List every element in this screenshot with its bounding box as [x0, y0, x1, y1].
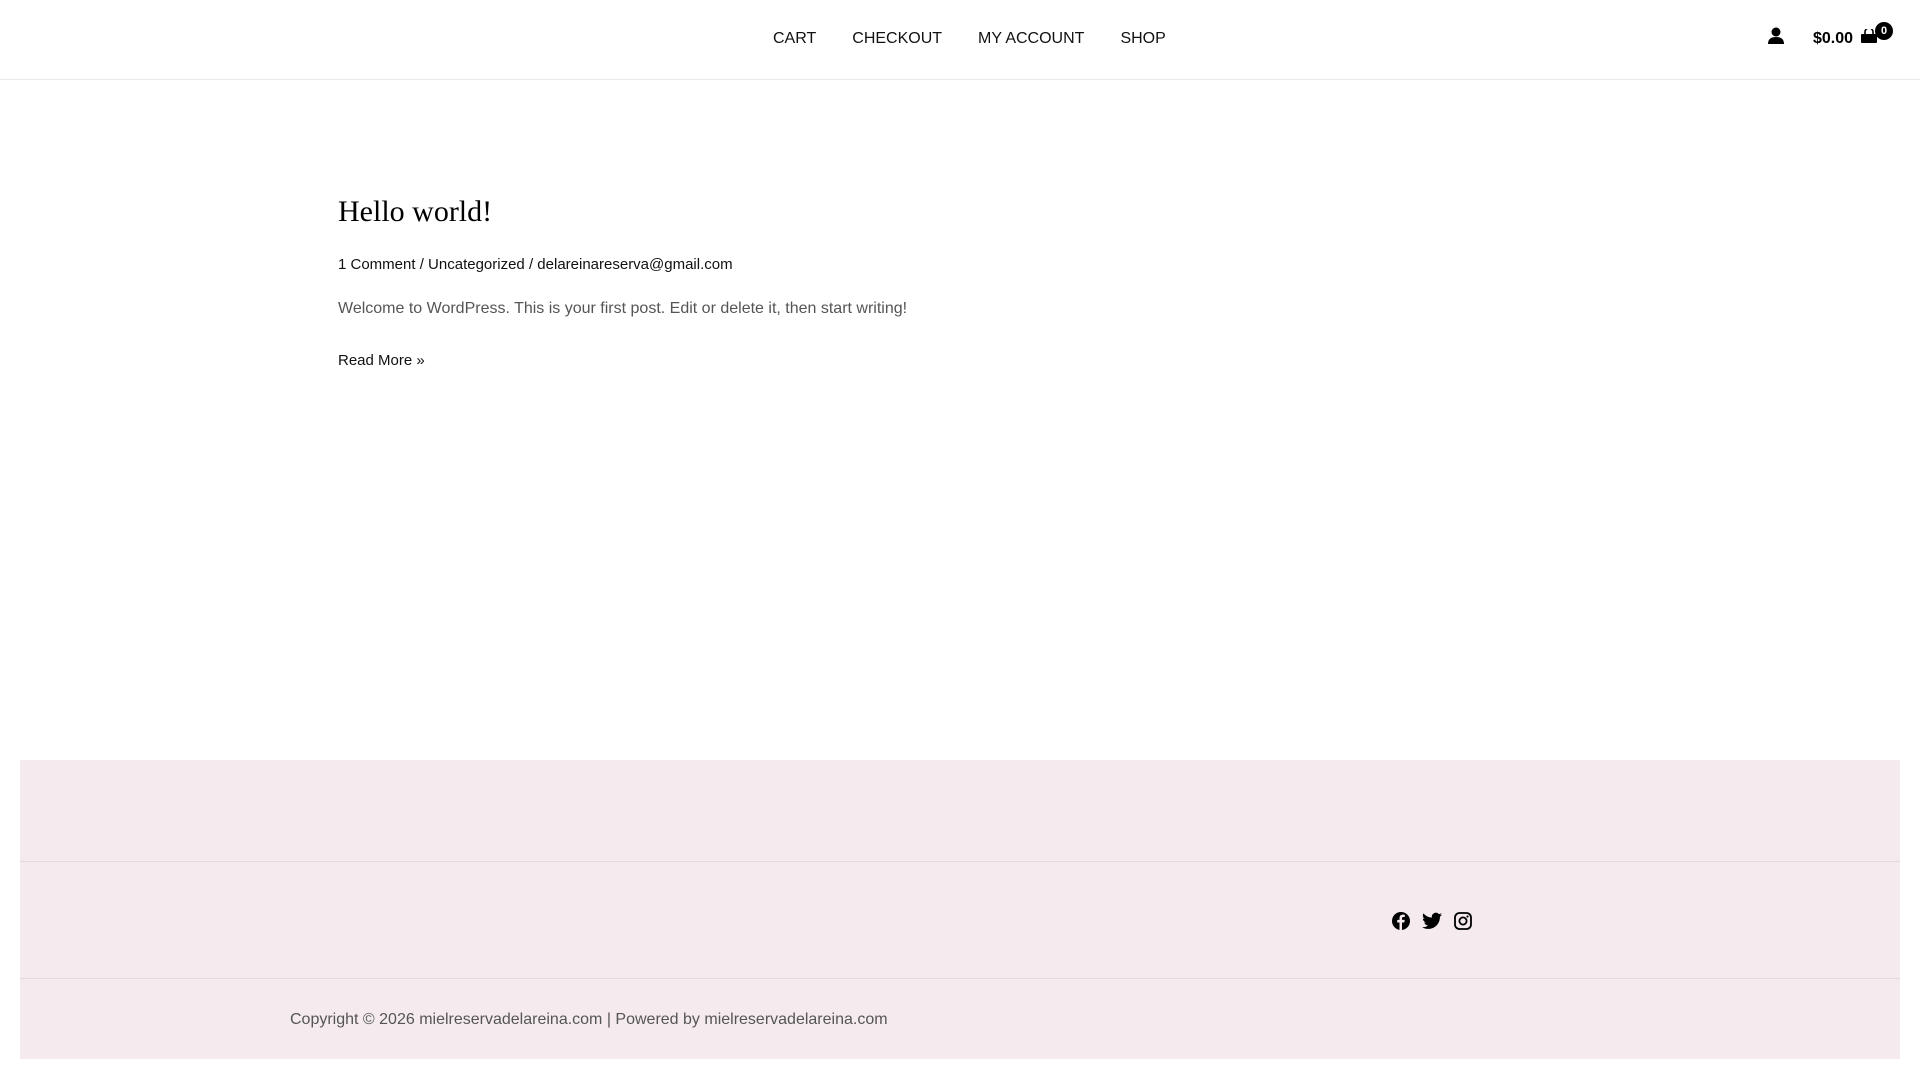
author-link[interactable]: delareinareserva@gmail.com: [537, 256, 732, 273]
copyright-text: Copyright © 2026 mielreservadelareina.co…: [290, 1011, 888, 1028]
separator: /: [419, 256, 424, 273]
read-more-link[interactable]: Read More »: [338, 352, 425, 369]
cart-count-badge: 0: [1875, 22, 1893, 40]
site-header: CART CHECKOUT MY ACCOUNT SHOP $0.00 0: [0, 0, 1920, 80]
category-link[interactable]: Uncategorized: [428, 256, 525, 273]
social-icons: [1392, 912, 1472, 935]
cart-button[interactable]: $0.00 0: [1813, 22, 1893, 48]
facebook-icon[interactable]: [1392, 912, 1410, 935]
cart-total: $0.00: [1813, 29, 1854, 47]
nav-my-account[interactable]: MY ACCOUNT: [978, 30, 1084, 48]
nav-shop[interactable]: SHOP: [1120, 30, 1165, 48]
main-nav: CART CHECKOUT MY ACCOUNT SHOP: [773, 30, 1166, 48]
instagram-icon[interactable]: [1454, 912, 1472, 935]
site-footer: Copyright © 2026 mielreservadelareina.co…: [20, 760, 1900, 1059]
twitter-icon[interactable]: [1422, 912, 1442, 935]
nav-checkout[interactable]: CHECKOUT: [852, 30, 942, 48]
post-excerpt: Welcome to WordPress. This is your first…: [338, 300, 908, 317]
user-account-icon[interactable]: [1767, 27, 1785, 50]
footer-divider: [20, 861, 1900, 862]
post-meta: 1 Comment / Uncategorized / delareinares…: [338, 256, 733, 273]
separator: /: [528, 256, 534, 273]
nav-cart[interactable]: CART: [773, 30, 816, 48]
post-title[interactable]: Hello world!: [338, 195, 492, 229]
footer-divider: [20, 978, 1900, 979]
comments-link[interactable]: 1 Comment: [338, 256, 416, 273]
